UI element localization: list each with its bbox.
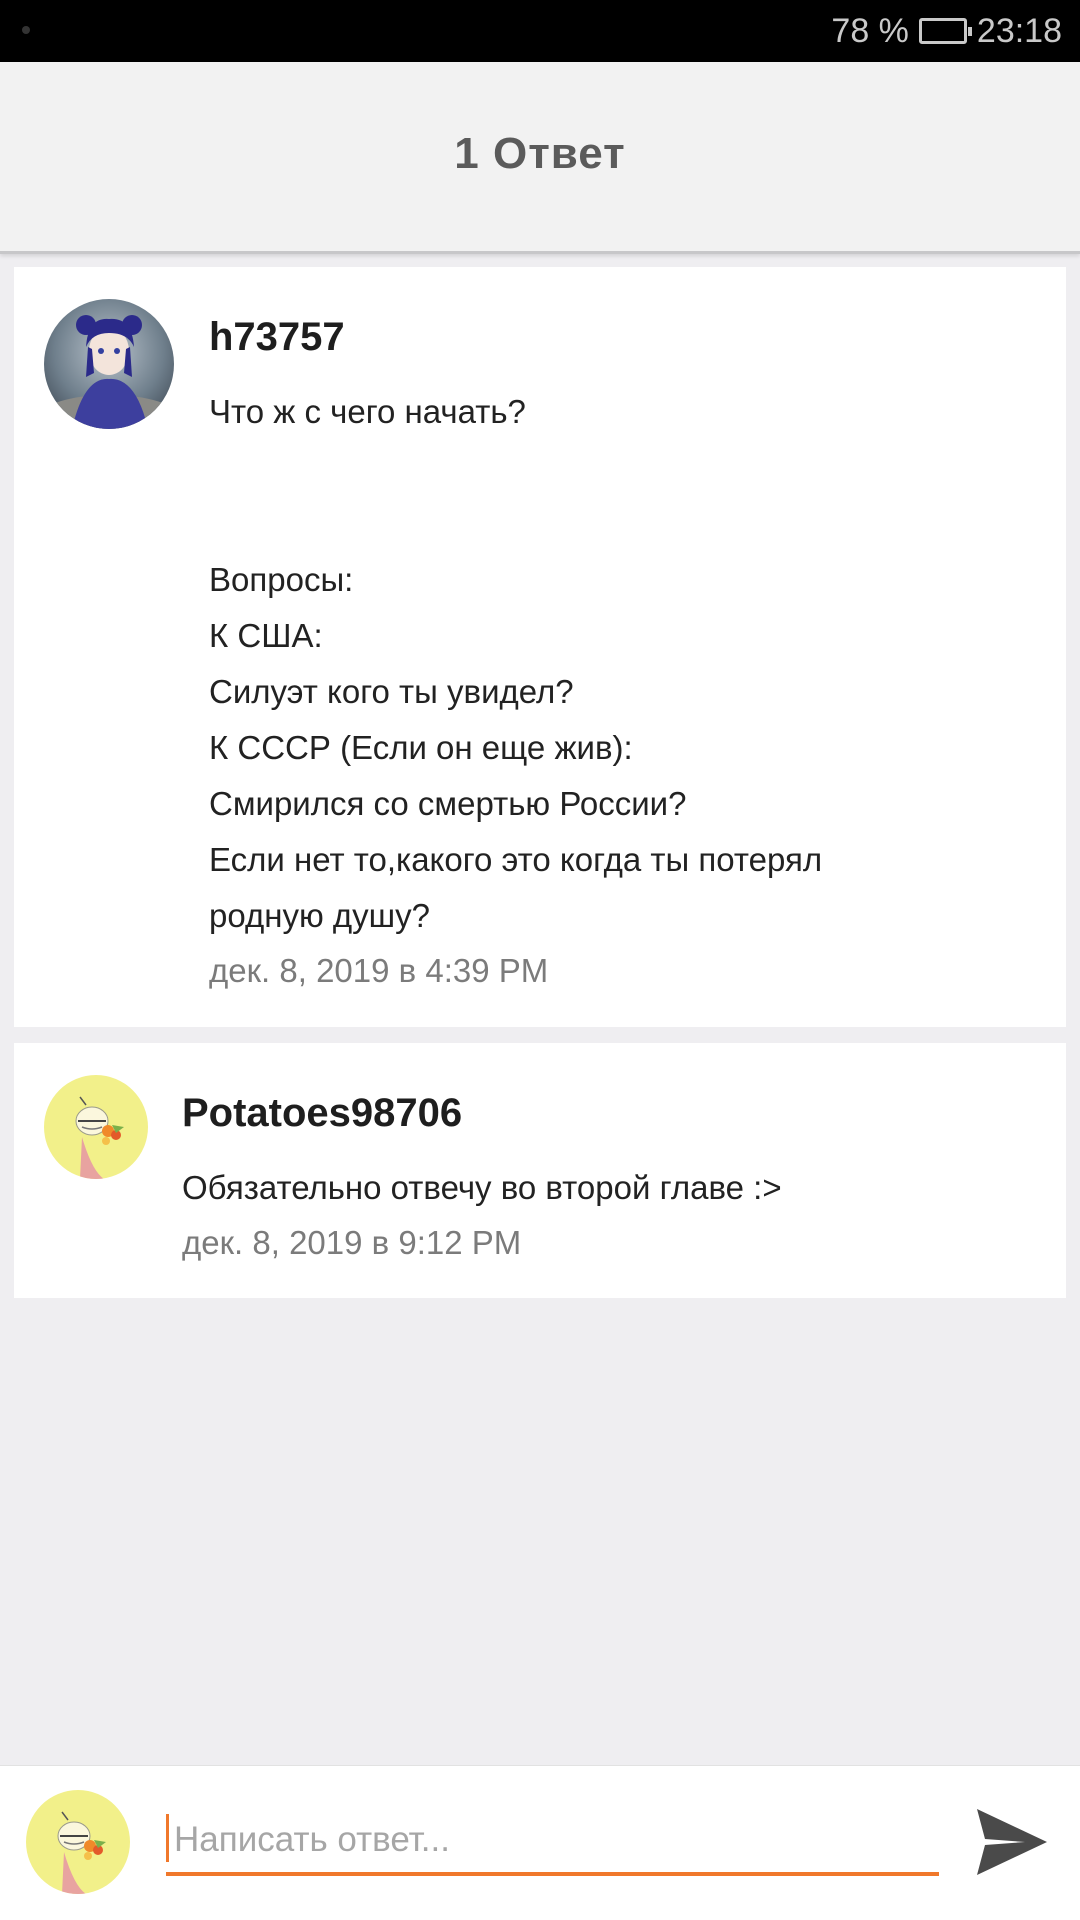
anime-girl-avatar-icon [44,299,174,429]
send-icon [977,1809,1047,1875]
battery-percent: 78 % [831,11,909,50]
reply-input[interactable] [174,1808,934,1872]
header: 1 Ответ [0,62,1080,254]
clock: 23:18 [976,11,1062,50]
comment-card: h73757 Что ж с чего начать? Вопросы: К С… [14,267,1066,1027]
reply-input-container [166,1808,939,1876]
avatar[interactable] [44,1075,148,1179]
page-title: 1 Ответ [454,128,626,178]
comment-text: Что ж с чего начать? Вопросы: К США: Сил… [209,393,823,934]
reply-bar [0,1765,1080,1920]
comment-text: Обязательно отвечу во второй главе :> [182,1169,782,1206]
text-caret [166,1814,169,1862]
notification-dot [22,26,30,34]
comment-username[interactable]: Potatoes98706 [182,1091,462,1136]
comment-username[interactable]: h73757 [209,315,345,360]
comment-card: Potatoes98706 Обязательно отвечу во втор… [14,1043,1066,1298]
comment-timestamp: дек. 8, 2019 в 9:12 PM [182,1224,522,1261]
send-button[interactable] [972,1802,1052,1882]
avatar[interactable] [44,299,174,429]
comment-timestamp: дек. 8, 2019 в 4:39 PM [209,952,549,989]
yellow-doodle-avatar-icon [44,1075,148,1179]
battery-icon [918,18,972,44]
current-user-avatar [26,1790,130,1894]
yellow-doodle-avatar-icon [26,1790,130,1894]
status-bar: 78 % 23:18 [0,0,1080,62]
